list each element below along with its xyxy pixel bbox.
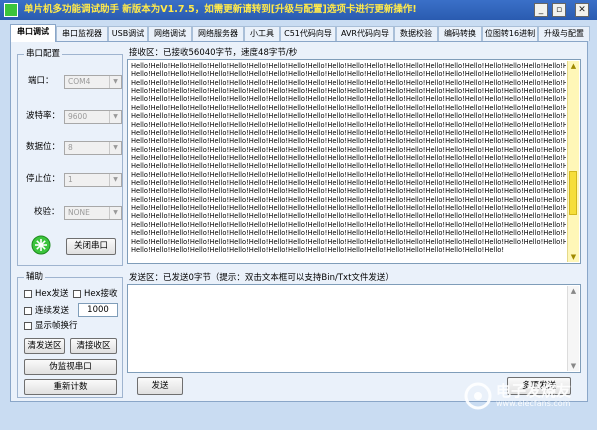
interval-input[interactable]: 1000 — [78, 303, 118, 317]
tab-data-check[interactable]: 数据校验 — [394, 26, 438, 41]
tab-network-debug[interactable]: 网络调试 — [148, 26, 192, 41]
tab-encoding[interactable]: 编码转换 — [438, 26, 482, 41]
minimize-button[interactable]: _ — [534, 3, 548, 17]
scroll-up-icon[interactable]: ▲ — [568, 286, 579, 296]
auto-send-label: 连续发送 — [35, 306, 70, 316]
scroll-down-icon[interactable]: ▼ — [568, 361, 579, 371]
parity-value: NONE — [68, 208, 90, 217]
port-label: 端口： — [28, 76, 54, 86]
databits-select[interactable]: 8 ▼ — [64, 141, 122, 155]
hex-send-checkbox[interactable] — [24, 290, 32, 298]
tab-serial-monitor[interactable]: 串口监视器 — [56, 26, 108, 41]
send-button[interactable]: 发送 — [137, 377, 183, 395]
port-value: COM4 — [68, 77, 91, 86]
chevron-down-icon: ▼ — [109, 76, 121, 88]
assist-group: 辅助 Hex发送 Hex接收 连续发送 1000 显示帧换行 清发送区 清接收区… — [17, 272, 123, 398]
send-header: 发送区：已发送0字节（提示：双击文本框可以支持Bin/Txt文件发送） — [129, 273, 394, 283]
serial-debug-panel: 串口配置 端口： COM4 ▼ 波特率： 9600 ▼ 数据位： 8 ▼ 停止位： 1… — [10, 41, 588, 402]
show-frame-label: 显示帧换行 — [35, 321, 78, 331]
watermark-logo-icon — [464, 382, 492, 410]
scroll-thumb[interactable] — [569, 171, 577, 216]
auto-send-checkbox[interactable] — [24, 307, 32, 315]
serial-config-title: 串口配置 — [24, 49, 63, 60]
watermark-logo: 电子发烧友 www.elecfans.com — [458, 378, 588, 414]
databits-label: 数据位： — [26, 142, 61, 152]
serial-config-group: 串口配置 端口： COM4 ▼ 波特率： 9600 ▼ 数据位： 8 ▼ 停止位： 1… — [17, 49, 123, 266]
parity-select[interactable]: NONE ▼ — [64, 206, 122, 220]
hex-recv-checkbox[interactable] — [73, 290, 81, 298]
tab-bar: 串口调试 串口监视器 USB调试 网络调试 网络服务器 小工具 C51代码向导 … — [10, 24, 590, 42]
databits-value: 8 — [68, 143, 73, 152]
assist-title: 辅助 — [24, 272, 46, 283]
reset-count-button[interactable]: 重新计数 — [24, 379, 117, 395]
baud-label: 波特率： — [26, 111, 61, 121]
tab-bitmap-hex[interactable]: 位图转16进制 — [482, 26, 538, 41]
tab-tools[interactable]: 小工具 — [244, 26, 280, 41]
send-textarea[interactable]: ▲ ▼ — [127, 284, 581, 373]
baud-select[interactable]: 9600 ▼ — [64, 110, 122, 124]
fake-monitor-port-button[interactable]: 伪监视串口 — [24, 359, 117, 375]
scroll-up-icon[interactable]: ▲ — [568, 61, 579, 71]
parity-label: 校验： — [34, 207, 60, 217]
clear-recv-button[interactable]: 清接收区 — [70, 338, 117, 354]
tab-upgrade-config[interactable]: 升级与配置 — [538, 26, 590, 41]
hex-recv-label: Hex接收 — [84, 289, 118, 299]
stopbits-value: 1 — [68, 175, 73, 184]
tab-serial-debug[interactable]: 串口调试 — [10, 24, 56, 42]
port-open-indicator-icon — [31, 235, 51, 255]
chevron-down-icon: ▼ — [109, 142, 121, 154]
watermark-url: www.elecfans.com — [496, 399, 571, 408]
tab-usb-debug[interactable]: USB调试 — [108, 26, 148, 41]
send-scrollbar[interactable]: ▲ ▼ — [567, 286, 579, 371]
stopbits-select[interactable]: 1 ▼ — [64, 173, 122, 187]
port-select[interactable]: COM4 ▼ — [64, 75, 122, 89]
close-port-button[interactable]: 关闭串口 — [66, 238, 116, 255]
tab-avr-wizard[interactable]: AVR代码向导 — [336, 26, 394, 41]
app-icon — [4, 3, 18, 17]
hex-send-label: Hex发送 — [35, 289, 69, 299]
title-bar: 单片机多功能调试助手 新版本为V1.7.5，如需更新请转到[升级与配置]选项卡进… — [0, 0, 597, 20]
chevron-down-icon: ▼ — [109, 111, 121, 123]
tab-c51-wizard[interactable]: C51代码向导 — [280, 26, 336, 41]
baud-value: 9600 — [68, 112, 88, 121]
tab-network-server[interactable]: 网络服务器 — [192, 26, 244, 41]
receive-header: 接收区：已接收56040字节，速度48字节/秒 — [129, 48, 298, 58]
show-frame-checkbox[interactable] — [24, 322, 32, 330]
receive-text: Hello!Hello!Hello!Hello!Hello!Hello!Hell… — [131, 62, 566, 254]
chevron-down-icon: ▼ — [109, 207, 121, 219]
watermark-text: 电子发烧友 — [496, 382, 572, 400]
receive-scrollbar[interactable]: ▲ ▼ — [567, 61, 579, 262]
close-button[interactable]: ✕ — [575, 3, 589, 17]
clear-send-button[interactable]: 清发送区 — [24, 338, 65, 354]
chevron-down-icon: ▼ — [109, 174, 121, 186]
scroll-down-icon[interactable]: ▼ — [568, 252, 579, 262]
receive-textarea[interactable]: Hello!Hello!Hello!Hello!Hello!Hello!Hell… — [127, 59, 581, 264]
maximize-button[interactable]: ▫ — [552, 3, 566, 17]
stopbits-label: 停止位： — [26, 174, 61, 184]
window-title: 单片机多功能调试助手 新版本为V1.7.5，如需更新请转到[升级与配置]选项卡进… — [24, 4, 417, 15]
